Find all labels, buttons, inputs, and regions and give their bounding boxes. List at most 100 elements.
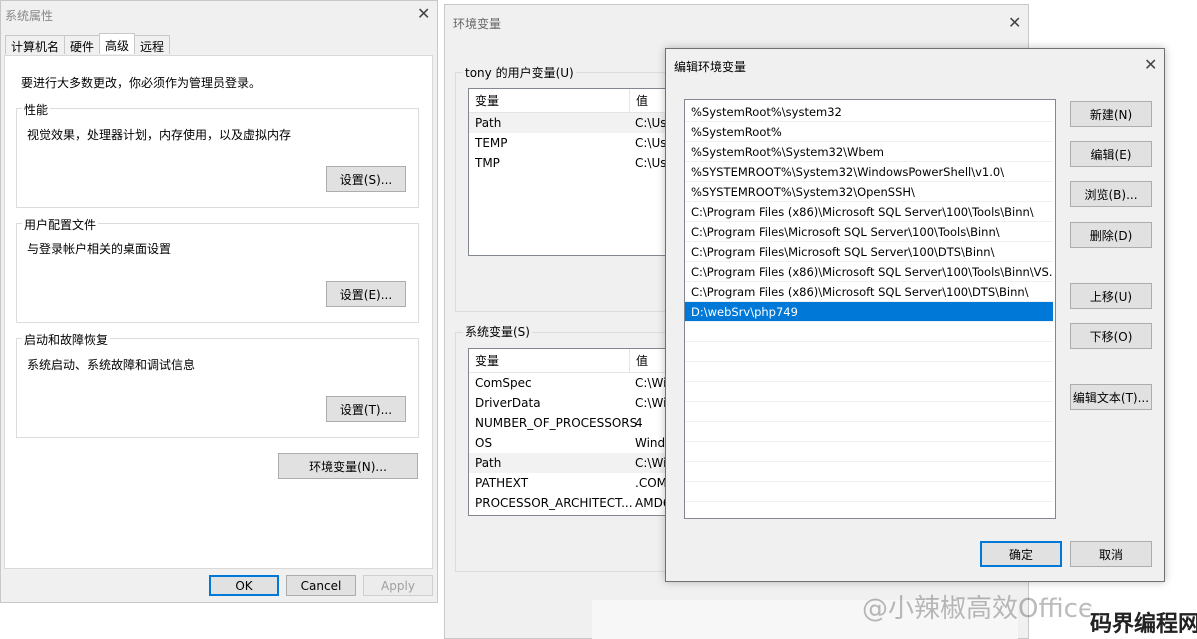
environment-variables-button[interactable]: 环境变量(N)... [278, 453, 418, 479]
dialog-title: 环境变量 [453, 17, 502, 31]
var-value: C:\Wi [635, 376, 667, 390]
site-watermark: 码界编程网 [1090, 606, 1197, 638]
list-item[interactable]: %SystemRoot%\system32 [685, 102, 1053, 122]
column-value[interactable]: 值 [629, 349, 648, 373]
performance-title: 性能 [22, 101, 51, 118]
list-item[interactable]: Path C:\Wi [469, 453, 677, 473]
empty-row [685, 462, 1053, 482]
apply-button[interactable]: Apply [363, 575, 433, 596]
empty-row [685, 482, 1053, 502]
startup-recovery-title: 启动和故障恢复 [22, 331, 111, 348]
var-name: ComSpec [475, 376, 532, 390]
ok-button[interactable]: OK [209, 575, 279, 596]
close-icon[interactable]: ✕ [1008, 15, 1021, 31]
empty-row [685, 362, 1053, 382]
var-value: C:\Use [635, 116, 669, 130]
close-icon[interactable]: ✕ [1144, 57, 1157, 73]
path-list[interactable]: %SystemRoot%\system32 %SystemRoot% %Syst… [684, 99, 1056, 519]
var-name: PROCESSOR_ARCHITECT... [475, 496, 633, 510]
empty-row [685, 322, 1053, 342]
var-name: Path [475, 116, 502, 130]
edit-text-button[interactable]: 编辑文本(T)... [1070, 384, 1152, 410]
list-item[interactable]: C:\Program Files (x86)\Microsoft SQL Ser… [685, 262, 1053, 282]
delete-button[interactable]: 删除(D) [1070, 222, 1152, 248]
list-item[interactable]: OS Windo [469, 433, 677, 453]
column-variable[interactable]: 变量 [469, 89, 499, 113]
tab-advanced[interactable]: 高级 [99, 33, 136, 54]
new-button[interactable]: 新建(N) [1070, 101, 1152, 127]
edit-button[interactable]: 编辑(E) [1070, 141, 1152, 167]
advanced-panel: 要进行大多数更改，你必须作为管理员登录。 性能 视觉效果，处理器计划，内存使用，… [4, 55, 433, 569]
tab-remote[interactable]: 远程 [134, 35, 171, 54]
dialog-title: 编辑环境变量 [674, 60, 747, 74]
var-name: DriverData [475, 396, 541, 410]
list-item[interactable]: TMP C:\Use [469, 153, 677, 173]
list-item[interactable]: %SYSTEMROOT%\System32\WindowsPowerShell\… [685, 162, 1053, 182]
var-value: AMD6 [635, 496, 669, 510]
user-profiles-title: 用户配置文件 [22, 216, 99, 233]
list-item[interactable]: PROCESSOR_ARCHITECT... AMD6 [469, 493, 677, 513]
column-value[interactable]: 值 [629, 89, 648, 113]
ok-button[interactable]: 确定 [980, 541, 1062, 567]
list-header: 变量 值 [469, 349, 677, 373]
system-vars-title: 系统变量(S) [463, 323, 532, 340]
startup-recovery-settings-button[interactable]: 设置(T)... [326, 396, 406, 422]
list-item[interactable]: Path C:\Use [469, 113, 677, 133]
list-item[interactable]: C:\Program Files (x86)\Microsoft SQL Ser… [685, 282, 1053, 302]
admin-note: 要进行大多数更改，你必须作为管理员登录。 [21, 76, 262, 90]
system-properties-dialog: 系统属性 ✕ 计算机名 硬件 高级 远程 要进行大多数更改，你必须作为管理员登录… [0, 0, 438, 603]
var-value: Windo [635, 436, 669, 450]
var-value: .COM [635, 476, 667, 490]
user-vars-list[interactable]: 变量 值 Path C:\Use TEMP C:\Use TMP C:\Use [468, 88, 678, 256]
tab-strip: 计算机名 硬件 高级 远程 [5, 33, 171, 55]
var-name: NUMBER_OF_PROCESSORS [475, 416, 638, 430]
list-item[interactable]: DriverData C:\Wi [469, 393, 677, 413]
watermark-text: @小辣椒高效Office [862, 594, 1094, 624]
var-name: OS [475, 436, 493, 450]
move-up-button[interactable]: 上移(U) [1070, 283, 1152, 309]
list-item[interactable]: %SYSTEMROOT%\System32\OpenSSH\ [685, 182, 1053, 202]
tab-computer-name[interactable]: 计算机名 [5, 35, 66, 54]
system-vars-list[interactable]: 变量 值 ComSpec C:\Wi DriverData C:\Wi NUMB… [468, 348, 678, 516]
close-icon[interactable]: ✕ [417, 6, 430, 22]
performance-group [16, 108, 419, 208]
list-item[interactable]: TEMP C:\Use [469, 133, 677, 153]
list-item-selected[interactable]: D:\webSrv\php749 [685, 302, 1053, 322]
tab-hardware[interactable]: 硬件 [64, 35, 101, 54]
var-value: C:\Use [635, 156, 669, 170]
var-name: TMP [475, 156, 500, 170]
list-header: 变量 值 [469, 89, 677, 113]
var-name: TEMP [475, 136, 508, 150]
empty-row [685, 422, 1053, 442]
empty-row [685, 342, 1053, 362]
var-value: 4 [635, 416, 643, 430]
cancel-button[interactable]: Cancel [286, 575, 356, 596]
cancel-button[interactable]: 取消 [1070, 541, 1152, 567]
edit-environment-variable-dialog: 编辑环境变量 ✕ %SystemRoot%\system32 %SystemRo… [665, 48, 1165, 582]
var-value: C:\Wi [635, 396, 667, 410]
list-item[interactable]: NUMBER_OF_PROCESSORS 4 [469, 413, 677, 433]
list-item[interactable]: %SystemRoot%\System32\Wbem [685, 142, 1053, 162]
browse-button[interactable]: 浏览(B)... [1070, 181, 1152, 207]
var-value: C:\Wi [635, 456, 667, 470]
var-name: PATHEXT [475, 476, 529, 490]
user-profiles-settings-button[interactable]: 设置(E)... [326, 281, 406, 307]
dialog-title: 系统属性 [5, 9, 54, 23]
empty-row [685, 442, 1053, 462]
var-value: C:\Use [635, 136, 669, 150]
empty-row [685, 382, 1053, 402]
var-name: Path [475, 456, 502, 470]
user-profiles-desc: 与登录帐户相关的桌面设置 [27, 242, 172, 256]
user-profiles-group [16, 223, 419, 323]
list-item[interactable]: %SystemRoot% [685, 122, 1053, 142]
list-item[interactable]: PATHEXT .COM [469, 473, 677, 493]
performance-desc: 视觉效果，处理器计划，内存使用，以及虚拟内存 [27, 128, 292, 142]
performance-settings-button[interactable]: 设置(S)... [326, 166, 406, 192]
list-item[interactable]: C:\Program Files\Microsoft SQL Server\10… [685, 242, 1053, 262]
list-item[interactable]: ComSpec C:\Wi [469, 373, 677, 393]
move-down-button[interactable]: 下移(O) [1070, 323, 1152, 349]
column-variable[interactable]: 变量 [469, 349, 499, 373]
list-item[interactable]: C:\Program Files (x86)\Microsoft SQL Ser… [685, 202, 1053, 222]
user-vars-title: tony 的用户变量(U) [463, 64, 576, 81]
list-item[interactable]: C:\Program Files\Microsoft SQL Server\10… [685, 222, 1053, 242]
